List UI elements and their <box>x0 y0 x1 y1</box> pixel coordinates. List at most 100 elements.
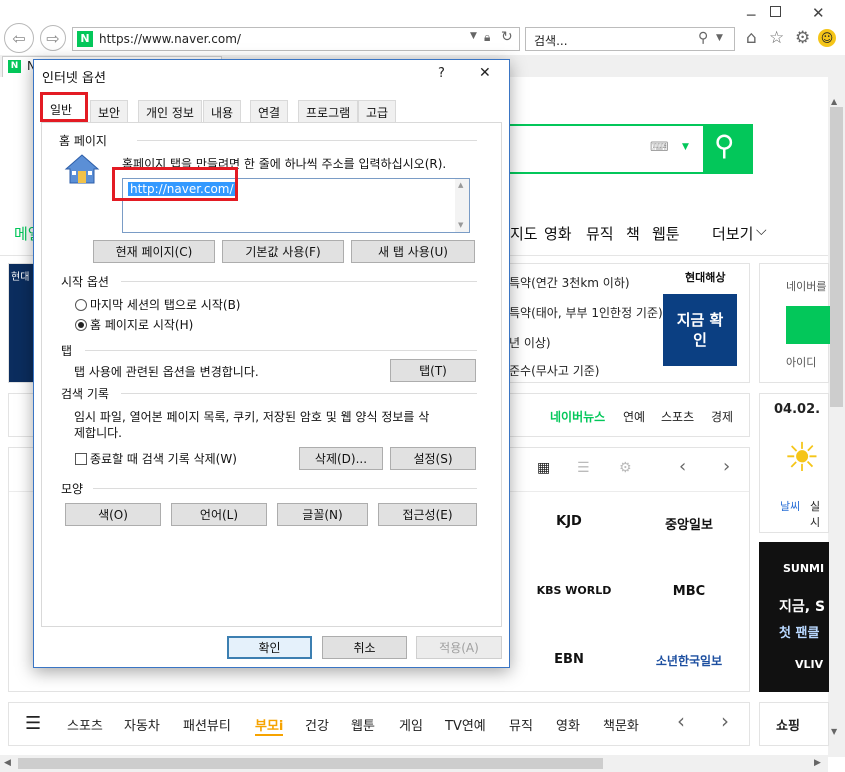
delete-on-exit-checkbox[interactable]: 종료할 때 검색 기록 삭제(W) <box>75 450 237 467</box>
horizontal-scrollbar[interactable]: ◀ ▶ <box>0 755 828 772</box>
ok-button[interactable]: 확인 <box>227 636 312 659</box>
tabs-settings-button[interactable]: 탭(T) <box>390 359 476 382</box>
press-logo-kbsworld[interactable]: KBS WORLD <box>524 584 624 597</box>
press-logo-joongang[interactable]: 중앙일보 <box>649 514 729 533</box>
help-button[interactable]: ? <box>438 66 445 81</box>
use-default-button[interactable]: 기본값 사용(F) <box>222 240 344 263</box>
tab-programs[interactable]: 프로그램 <box>298 100 359 122</box>
nav-webtoon[interactable]: 웹툰 <box>652 223 680 244</box>
scroll-up-icon[interactable]: ▲ <box>831 97 837 106</box>
tab-advanced[interactable]: 고급 <box>358 100 397 122</box>
startup-option-homepage[interactable]: 홈 페이지로 시작(H) <box>75 316 193 333</box>
radio-selected[interactable] <box>75 319 87 331</box>
naver-search-input[interactable]: ⌨ ▼ <box>490 124 705 174</box>
window-close-icon[interactable]: ✕ <box>812 4 825 22</box>
press-logo-mbc[interactable]: MBC <box>649 584 729 599</box>
press-prev-icon[interactable]: ‹ <box>679 456 686 477</box>
category-prev-icon[interactable]: ‹ <box>677 709 685 733</box>
press-logo-kjd[interactable]: KJD <box>549 514 589 529</box>
nav-movie[interactable]: 영화 <box>544 223 572 244</box>
nav-music[interactable]: 뮤직 <box>586 223 614 244</box>
search-icon[interactable]: ⚲ <box>698 30 708 46</box>
scroll-down-icon[interactable]: ▼ <box>831 727 837 736</box>
vlive-ad[interactable]: SUNMI 지금, S 첫 팬클 VLIV <box>759 542 829 692</box>
startup-option-last-session[interactable]: 마지막 세션의 탭으로 시작(B) <box>75 296 240 313</box>
vlive-ad-line: VLIV <box>795 658 824 671</box>
search-box[interactable]: 검색... ⚲ ▼ <box>525 27 735 51</box>
refresh-icon[interactable]: ↻ <box>501 29 513 45</box>
category-item[interactable]: 패션뷰티 <box>183 715 231 734</box>
cancel-button[interactable]: 취소 <box>322 636 407 659</box>
keyboard-icon[interactable]: ⌨ <box>650 140 669 155</box>
dropdown-arrow-icon[interactable]: ▼ <box>470 31 477 41</box>
scroll-down-icon[interactable]: ▼ <box>458 221 463 229</box>
hamburger-menu-icon[interactable]: ☰ <box>25 713 41 734</box>
checkbox-unchecked[interactable] <box>75 453 87 465</box>
minimize-icon[interactable]: ─ <box>747 8 755 24</box>
press-logo-ebn[interactable]: EBN <box>539 652 599 667</box>
maximize-icon[interactable] <box>770 6 781 17</box>
scroll-thumb[interactable] <box>830 107 843 407</box>
news-tab[interactable]: 스포츠 <box>661 408 694 425</box>
use-new-tab-button[interactable]: 새 탭 사용(U) <box>351 240 475 263</box>
tab-connections[interactable]: 연결 <box>250 100 289 122</box>
scroll-up-icon[interactable]: ▲ <box>458 181 463 189</box>
weather-label[interactable]: 날씨 <box>780 498 800 514</box>
find-id-link[interactable]: 아이디 <box>786 354 816 370</box>
list-view-icon[interactable]: ☰ <box>577 460 590 476</box>
news-tab[interactable]: 연예 <box>623 408 645 425</box>
press-logo-sonyeon[interactable]: 소년한국일보 <box>649 652 729 669</box>
favorites-star-icon[interactable]: ☆ <box>769 28 784 48</box>
scroll-right-icon[interactable]: ▶ <box>814 758 821 768</box>
ad-cta-button[interactable]: 지금 확인 <box>663 294 737 366</box>
fonts-button[interactable]: 글꼴(N) <box>277 503 368 526</box>
colors-button[interactable]: 색(O) <box>65 503 161 526</box>
category-item[interactable]: 스포츠 <box>67 715 103 734</box>
category-item[interactable]: 영화 <box>556 715 580 734</box>
category-item[interactable]: TV연예 <box>445 715 486 734</box>
nav-more[interactable]: 더보기 <box>712 223 753 244</box>
tab-security[interactable]: 보안 <box>90 100 129 122</box>
apply-button[interactable]: 적용(A) <box>416 636 502 659</box>
category-item-active[interactable]: 부모i <box>255 715 284 736</box>
dialog-close-icon[interactable]: ✕ <box>479 65 491 81</box>
delete-history-button[interactable]: 삭제(D)... <box>299 447 383 470</box>
autocomplete-arrow-icon[interactable]: ▼ <box>682 142 689 152</box>
grid-view-icon[interactable]: ▦ <box>537 460 550 476</box>
address-bar[interactable]: N https://www.naver.com/ ▼ 🔒︎ ↻ <box>72 27 520 51</box>
naver-search-button[interactable]: ⚲ <box>703 124 753 174</box>
category-item[interactable]: 뮤직 <box>509 715 533 734</box>
nav-book[interactable]: 책 <box>626 223 640 244</box>
hscroll-thumb[interactable] <box>18 758 603 769</box>
home-icon[interactable]: ⌂ <box>746 28 757 48</box>
login-button[interactable] <box>786 306 830 344</box>
search-dropdown-icon[interactable]: ▼ <box>716 33 723 43</box>
shopping-label[interactable]: 쇼핑 <box>776 715 800 734</box>
history-settings-button[interactable]: 설정(S) <box>390 447 476 470</box>
textarea-scrollbar[interactable]: ▲ ▼ <box>455 179 469 232</box>
nav-map[interactable]: 지도 <box>510 223 538 244</box>
radio-unselected[interactable] <box>75 299 87 311</box>
category-next-icon[interactable]: › <box>721 709 729 733</box>
back-button[interactable]: ⇦ <box>4 23 34 53</box>
category-item[interactable]: 건강 <box>305 715 329 734</box>
scroll-left-icon[interactable]: ◀ <box>4 758 11 768</box>
press-next-icon[interactable]: › <box>723 456 730 477</box>
accessibility-button[interactable]: 접근성(E) <box>378 503 477 526</box>
tab-privacy[interactable]: 개인 정보 <box>138 100 202 122</box>
category-item[interactable]: 책문화 <box>603 715 639 734</box>
news-tab[interactable]: 네이버뉴스 <box>550 408 605 425</box>
settings-gear-icon[interactable]: ⚙ <box>795 28 810 48</box>
news-tab[interactable]: 경제 <box>711 408 733 425</box>
press-settings-icon[interactable]: ⚙ <box>619 460 632 476</box>
vertical-scrollbar[interactable]: ▲ ▼ <box>828 77 845 757</box>
category-item[interactable]: 자동차 <box>124 715 160 734</box>
tab-content[interactable]: 내용 <box>203 100 242 122</box>
use-current-button[interactable]: 현재 페이지(C) <box>93 240 215 263</box>
smiley-feedback-icon[interactable]: ☺ <box>818 29 836 47</box>
forward-button[interactable]: ⇨ <box>40 25 66 51</box>
languages-button[interactable]: 언어(L) <box>171 503 267 526</box>
category-item[interactable]: 웹툰 <box>351 715 375 734</box>
category-item[interactable]: 게임 <box>399 715 423 734</box>
search-input[interactable]: 검색... <box>534 32 568 49</box>
